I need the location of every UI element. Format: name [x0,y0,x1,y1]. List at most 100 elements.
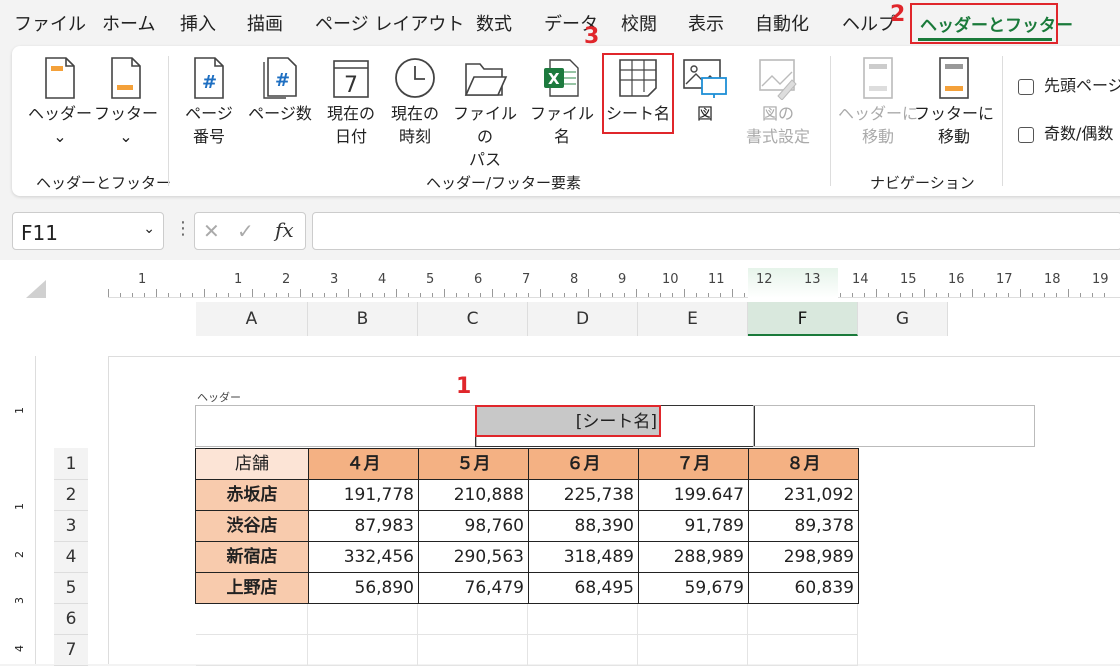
menu-draw[interactable]: 描画 [247,10,283,36]
column-header-c[interactable]: C [418,302,528,336]
column-header-a[interactable]: A [196,302,308,336]
empty-cell[interactable] [748,604,858,635]
table-cell[interactable]: 91,789 [639,511,749,542]
empty-cell[interactable] [528,635,638,666]
footer-button[interactable]: フッター ⌄ [92,56,160,148]
empty-cell[interactable] [308,635,418,666]
row-header-4[interactable]: 4 [54,542,88,573]
menu-view[interactable]: 表示 [688,10,724,36]
empty-cell[interactable] [638,635,748,666]
ruler-mark: 18 [1044,272,1061,287]
table-cell[interactable]: 56,890 [309,573,419,604]
column-header-g[interactable]: G [858,302,948,336]
column-header-d[interactable]: D [528,302,638,336]
menu-page-layout[interactable]: ページ レイアウト [315,10,464,36]
header-right-section[interactable] [753,405,1035,447]
ruler-tick [240,293,241,297]
picture-button[interactable]: 図 [678,56,732,125]
table-cell[interactable]: 60,839 [749,573,859,604]
table-header-cell[interactable]: ７月 [639,449,749,480]
different-odd-even-checkbox[interactable]: 奇数/偶数 [1018,120,1113,144]
highlight-box-1 [475,405,661,437]
row-header-2[interactable]: 2 [54,480,88,511]
file-name-button[interactable]: X ファイル名 [524,56,600,148]
row-header-5[interactable]: 5 [54,573,88,604]
empty-cell[interactable] [196,604,308,635]
row-header-3[interactable]: 3 [54,511,88,542]
table-cell[interactable]: 231,092 [749,480,859,511]
table-cell[interactable]: 59,679 [639,573,749,604]
table-cell[interactable]: 87,983 [309,511,419,542]
menu-help[interactable]: ヘルプ [842,10,896,36]
table-cell-shop[interactable]: 赤坂店 [196,480,309,511]
current-date-button[interactable]: 7 現在の 日付 [320,56,382,148]
row-header-6[interactable]: 6 [54,604,88,635]
file-path-button[interactable]: ファイルの パス [448,56,522,171]
column-header-b[interactable]: B [308,302,418,336]
table-cell[interactable]: 89,378 [749,511,859,542]
more-options-icon[interactable]: ⋮ [174,218,192,239]
different-first-page-checkbox[interactable]: 先頭ページ [1018,72,1120,96]
menu-insert[interactable]: 挿入 [180,10,216,36]
column-header-f[interactable]: F [748,302,858,336]
table-cell[interactable]: 290,563 [419,542,529,573]
table-cell[interactable]: 68,495 [529,573,639,604]
ruler-tick [684,289,685,297]
ruler-mark: 6 [474,272,483,287]
table-cell[interactable]: 76,479 [419,573,529,604]
table-cell[interactable]: 88,390 [529,511,639,542]
row-header-7[interactable]: 7 [54,635,88,666]
table-header-cell[interactable]: ８月 [749,449,859,480]
table-cell[interactable]: 191,778 [309,480,419,511]
table-header-cell[interactable]: ５月 [419,449,529,480]
page-count-button[interactable]: # ページ数 [244,56,316,125]
table-cell[interactable]: 225,738 [529,480,639,511]
header-button[interactable]: ヘッダー ⌄ [26,56,94,148]
table-header-cell[interactable]: 店舗 [196,449,309,480]
enter-icon[interactable]: ✓ [237,219,254,243]
empty-cell[interactable] [308,604,418,635]
formula-input[interactable] [312,212,1120,250]
table-header-cell[interactable]: ４月 [309,449,419,480]
empty-cell[interactable] [196,635,308,666]
menu-home[interactable]: ホーム [102,10,155,36]
ruler-mark: 4 [378,272,387,287]
ruler-tick [492,289,493,297]
ruler-mark: 12 [756,272,773,287]
menu-file[interactable]: ファイル [14,10,86,36]
table-cell[interactable]: 199.647 [639,480,749,511]
select-all-icon[interactable] [22,278,48,300]
empty-cell[interactable] [418,604,528,635]
insert-function-icon[interactable]: fx [275,218,294,242]
table-cell[interactable]: 98,760 [419,511,529,542]
column-header-e[interactable]: E [638,302,748,336]
cancel-icon[interactable]: ✕ [203,219,220,243]
table-cell[interactable]: 298,989 [749,542,859,573]
ruler-tick [672,293,673,297]
page-number-button[interactable]: # ページ 番号 [178,56,240,148]
ruler-tick [120,293,121,297]
table-cell[interactable]: 332,456 [309,542,419,573]
header-left-section[interactable] [195,405,477,447]
table-cell-shop[interactable]: 上野店 [196,573,309,604]
empty-cell[interactable] [748,635,858,666]
header-icon [45,57,75,99]
name-box[interactable]: F11 ⌄ [12,212,164,250]
table-cell[interactable]: 288,989 [639,542,749,573]
row-header-1[interactable]: 1 [54,448,88,480]
table-cell[interactable]: 210,888 [419,480,529,511]
menu-review[interactable]: 校閲 [621,10,657,36]
table-cell[interactable]: 318,489 [529,542,639,573]
empty-cell[interactable] [418,635,528,666]
table-cell-shop[interactable]: 渋谷店 [196,511,309,542]
empty-cell[interactable] [528,604,638,635]
goto-footer-button[interactable]: フッターに 移動 [914,56,994,148]
current-time-button[interactable]: 現在の 時刻 [384,56,446,148]
table-header-cell[interactable]: ６月 [529,449,639,480]
menu-formulas[interactable]: 数式 [476,10,512,36]
goto-header-button[interactable]: ヘッダーに 移動 [838,56,918,148]
table-cell-shop[interactable]: 新宿店 [196,542,309,573]
format-picture-button[interactable]: 図の 書式設定 [736,56,820,148]
menu-automate[interactable]: 自動化 [755,10,809,36]
empty-cell[interactable] [638,604,748,635]
